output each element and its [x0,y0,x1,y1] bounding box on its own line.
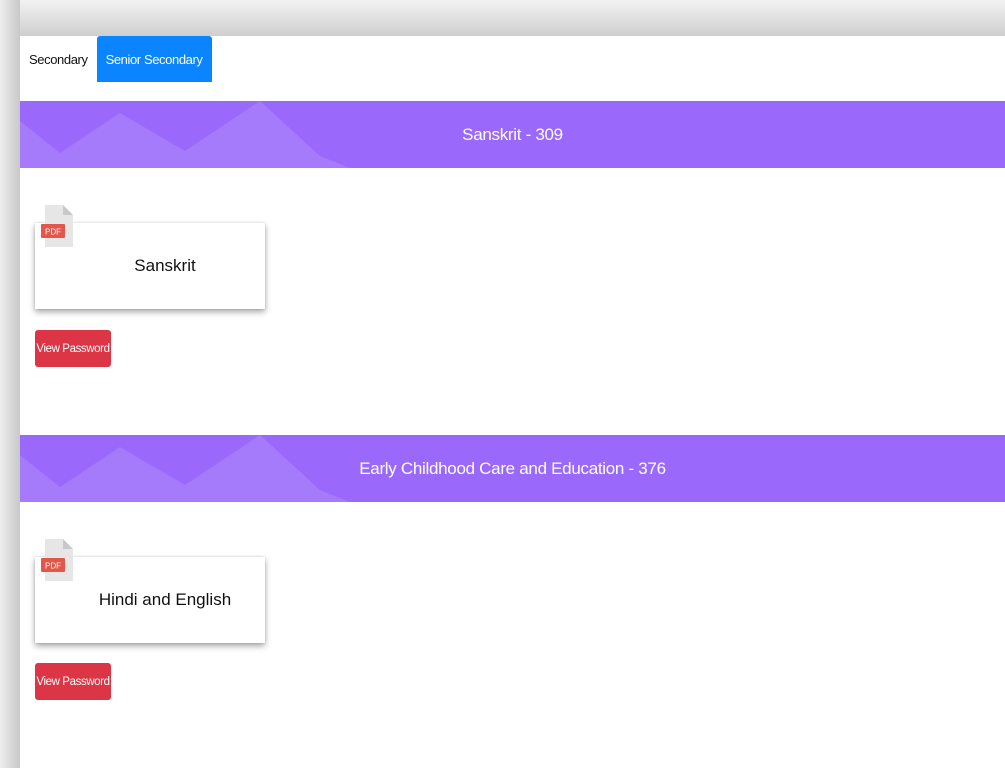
section-title: Sanskrit - 309 [462,124,563,144]
pdf-file-icon: PDF [41,205,73,247]
browser-frame-top [0,0,1005,36]
browser-frame-left [0,0,20,768]
section-header-band: Sanskrit - 309 [20,101,1005,168]
file-name: Sanskrit [134,256,196,275]
file-card[interactable]: PDF Hindi and English [35,539,265,643]
svg-text:PDF: PDF [45,562,61,571]
file-name: Hindi and English [98,590,232,609]
pdf-file-icon: PDF [41,539,73,581]
tab-secondary[interactable]: Secondary [20,36,97,82]
file-card[interactable]: PDF Sanskrit [35,205,265,309]
view-password-button[interactable]: View Password [35,330,111,367]
section-title: Early Childhood Care and Education - 376 [359,458,666,478]
content-panel: Secondary Senior Secondary Sanskrit - 30… [20,36,1005,768]
section-header-band: Early Childhood Care and Education - 376 [20,435,1005,502]
tab-bar: Secondary Senior Secondary [20,36,212,82]
tab-senior-secondary[interactable]: Senior Secondary [96,36,212,82]
svg-text:PDF: PDF [45,228,61,237]
view-password-button[interactable]: View Password [35,663,111,700]
